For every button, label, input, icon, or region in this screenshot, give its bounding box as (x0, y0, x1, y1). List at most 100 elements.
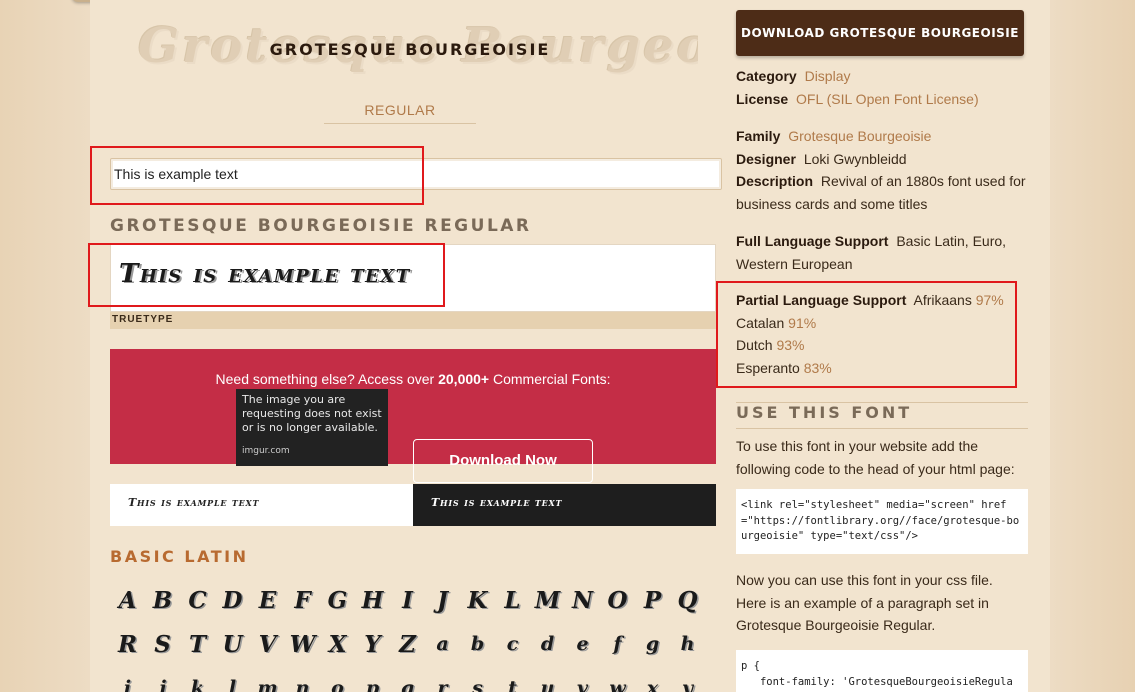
glyph: c (506, 633, 519, 655)
category-link[interactable]: Display (805, 68, 851, 84)
language-name: Dutch (736, 337, 773, 353)
partial-language-item: Afrikaans 97% (913, 292, 1003, 308)
page-edge-left (0, 0, 90, 692)
glyph: e (576, 633, 589, 655)
family-key: Family (736, 128, 781, 144)
license-key: License (736, 90, 789, 107)
strip-dark-text: This is example text (431, 496, 563, 509)
glyph: U (222, 630, 243, 658)
partial-language-item: Esperanto 83% (736, 357, 1026, 380)
imgur-message: The image you are requesting does not ex… (242, 393, 382, 434)
glyph: D (222, 586, 243, 614)
page-edge-right (1050, 0, 1135, 692)
glyph: R (117, 630, 138, 658)
meta-category-license: Category Display License OFL (SIL Open F… (736, 65, 1026, 110)
glyph-grid: ABCDEFGHIJKLMNOPQ RSTUVWXYZabcde f gh i j k l m n… (110, 578, 716, 692)
promo-banner: Need something else? Access over 20,000+… (110, 349, 716, 483)
full-support-key: Full Language Support (736, 233, 889, 249)
partial-language-item: Catalan 91% (736, 312, 1026, 335)
main-content: Grotesque Bourgeoisie GROTESQUE BOURGEOI… (90, 0, 730, 692)
broken-image-placeholder: The image you are requesting does not ex… (236, 389, 388, 466)
language-name: Esperanto (736, 359, 800, 376)
link-code-box[interactable]: <link rel="stylesheet" media="screen" hr… (736, 489, 1028, 554)
glyph: h (680, 633, 695, 655)
meta-partial-support: Partial Language Support Afrikaans 97% Ca… (736, 289, 1026, 379)
page-title: GROTESQUE BOURGEOISIE (269, 40, 551, 59)
use-intro: To use this font in your website add the… (736, 438, 1015, 477)
designer-value: Loki Gwynbleidd (803, 150, 907, 167)
glyph: s (472, 677, 483, 692)
glyph: x (646, 677, 659, 692)
glyph: B (152, 586, 173, 614)
glyph: F (294, 586, 311, 614)
glyph: v (576, 677, 589, 692)
glyph: t (508, 677, 517, 692)
download-now-button[interactable]: Download Now (413, 439, 593, 483)
glyph: i (123, 677, 132, 692)
download-font-button[interactable]: DOWNLOAD GROTESQUE BOURGEOISIE (736, 10, 1024, 56)
preview-strip-light: This is example text (110, 484, 413, 526)
language-percent[interactable]: 91% (788, 315, 816, 331)
use-font-heading: USE THIS FONT (736, 402, 1028, 429)
glyph: V (258, 630, 277, 658)
glyph: E (258, 586, 277, 614)
family-link[interactable]: Grotesque Bourgeoisie (788, 128, 931, 144)
meta-family: Family Grotesque Bourgeoisie Designer Lo… (736, 125, 1026, 215)
promo-text-count: 20,000+ (438, 371, 490, 387)
tab-regular[interactable]: REGULAR (324, 102, 476, 124)
glyph: n (295, 677, 310, 692)
glyph: A (118, 586, 137, 614)
designer-key: Designer (736, 150, 796, 167)
basic-latin-heading: BASIC LATIN (110, 547, 249, 566)
variant-heading: GROTESQUE BOURGEOISIE REGULAR (110, 216, 532, 236)
css-code-box[interactable]: p { font-family: 'GrotesqueBourgeoisieRe… (736, 650, 1028, 692)
font-preview: This is example text (110, 244, 716, 312)
glyph-row: i j k l m n o p q r s t u v w x y (110, 666, 716, 692)
partial-language-item: Dutch 93% (736, 334, 1026, 357)
glyph: j (159, 677, 166, 692)
glyph: K (467, 586, 488, 614)
meta-full-support: Full Language Support Basic Latin, Euro,… (736, 230, 1026, 275)
glyph: P (643, 586, 662, 614)
category-key: Category (736, 68, 797, 84)
glyph: b (470, 633, 485, 655)
promo-text-after: Commercial Fonts: (489, 371, 611, 387)
imgur-brand: imgur.com (242, 446, 290, 456)
glyph: w (609, 677, 626, 692)
glyph: I (402, 586, 413, 614)
glyph: g (645, 633, 660, 655)
glyph: Y (364, 630, 381, 658)
glyph: y (681, 677, 694, 692)
description-key: Description (736, 173, 814, 189)
glyph: f (613, 633, 622, 655)
glyph: G (327, 586, 348, 614)
license-link[interactable]: OFL (SIL Open Font License) (796, 91, 979, 107)
glyph: m (257, 677, 278, 692)
glyph: Z (399, 630, 416, 658)
glyph: p (365, 677, 380, 692)
sidebar: DOWNLOAD GROTESQUE BOURGEOISIE Category … (730, 0, 1050, 692)
promo-text: Need something else? Access over 20,000+… (110, 371, 716, 387)
glyph: W (289, 630, 316, 658)
glyph: q (400, 677, 415, 692)
glyph-row: ABCDEFGHIJKLMNOPQ (110, 578, 716, 622)
language-name: Afrikaans (913, 292, 972, 308)
glyph: a (436, 633, 449, 655)
glyph-row: RSTUVWXYZabcde f gh (110, 622, 716, 666)
glyph: d (540, 633, 555, 655)
glyph: u (540, 677, 555, 692)
language-percent[interactable]: 83% (804, 360, 832, 376)
glyph: C (188, 586, 207, 614)
glyph: J (437, 586, 448, 614)
glyph: N (571, 586, 594, 614)
glyph: l (228, 677, 237, 692)
sample-text-input[interactable] (110, 158, 722, 190)
glyph: X (328, 630, 347, 658)
glyph: O (607, 586, 628, 614)
glyph: M (534, 586, 561, 614)
language-percent[interactable]: 97% (976, 292, 1004, 308)
glyph: o (331, 677, 344, 692)
glyph: k (190, 677, 205, 692)
glyph: S (154, 630, 171, 658)
language-percent[interactable]: 93% (776, 337, 804, 353)
